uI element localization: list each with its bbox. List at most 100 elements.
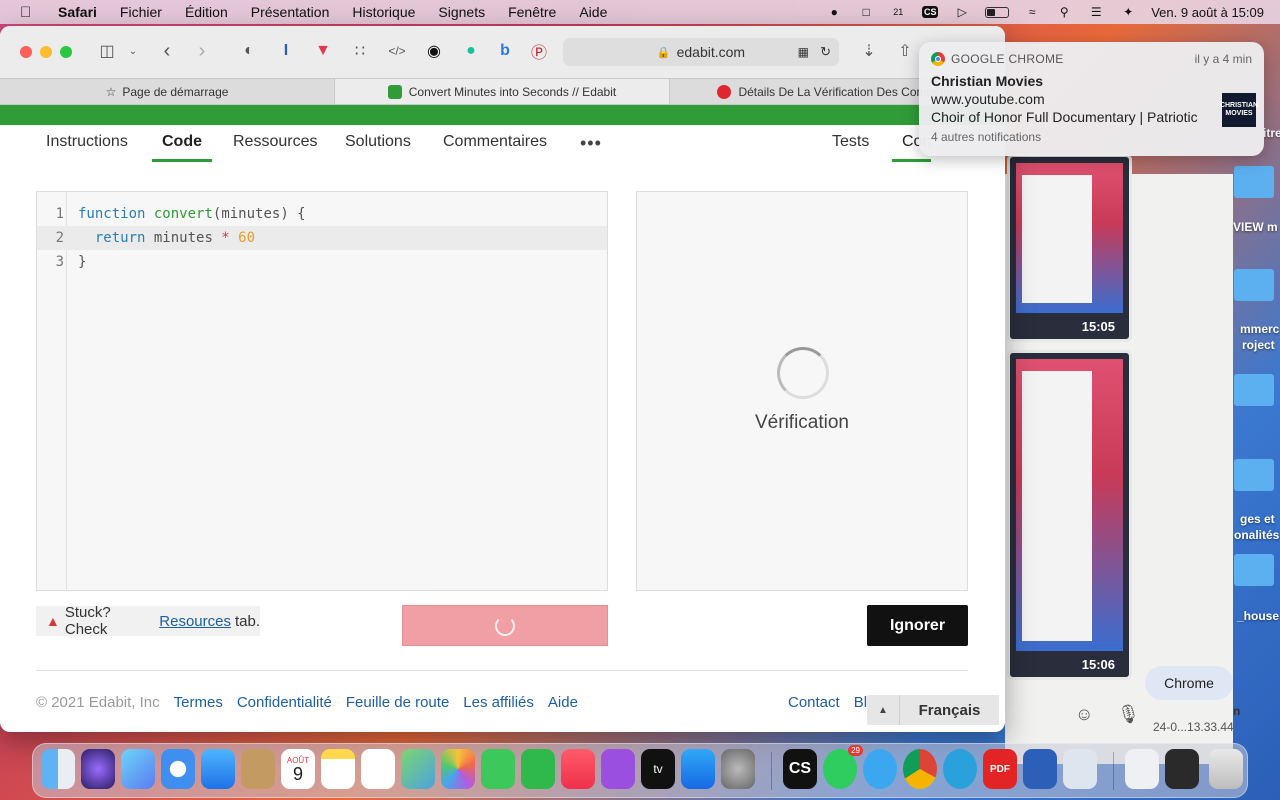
footer-link-privacy[interactable]: Confidentialité xyxy=(237,694,332,711)
menu-historique[interactable]: Historique xyxy=(352,4,415,20)
downloads-icon[interactable]: ⇣ xyxy=(858,40,880,62)
recent-window-icon[interactable] xyxy=(1165,749,1199,789)
menu-signets[interactable]: Signets xyxy=(438,4,485,20)
reload-icon[interactable]: ↻ xyxy=(820,44,831,60)
sidebar-icon[interactable]: ◫ xyxy=(96,40,118,62)
footer-link-blog[interactable]: Bl xyxy=(854,694,867,711)
messages-icon[interactable] xyxy=(481,749,515,789)
footer-link-contact[interactable]: Contact xyxy=(788,694,840,711)
address-bar[interactable]: 🔒 edabit.com ▦ ↻ xyxy=(563,38,839,66)
footer-link-affiliates[interactable]: Les affiliés xyxy=(463,694,534,711)
notification-more[interactable]: 4 autres notifications xyxy=(931,130,1041,144)
extension-grid-icon[interactable]: ∷ xyxy=(349,40,371,62)
calendar-icon[interactable]: AOÛT 9 xyxy=(281,749,315,789)
extension-pinterest-icon[interactable]: Ⓟ xyxy=(528,40,550,62)
siri-app-icon[interactable] xyxy=(81,749,115,789)
calendar-status-icon[interactable]: 21 xyxy=(889,4,907,20)
launchpad-icon[interactable] xyxy=(121,749,155,789)
telegram-icon[interactable] xyxy=(943,749,977,789)
notes-icon[interactable] xyxy=(321,749,355,789)
extension-github-icon[interactable]: ◉ xyxy=(423,40,445,62)
microphone-icon[interactable]: 🎙 xyxy=(1117,704,1140,725)
wifi-icon[interactable]: ≈ xyxy=(1023,4,1041,20)
chevron-down-icon[interactable]: ⌄ xyxy=(122,40,144,62)
folder-icon[interactable] xyxy=(1234,554,1274,586)
resources-link[interactable]: Resources xyxy=(159,613,231,630)
tab-ressources[interactable]: Ressources xyxy=(233,133,317,159)
trash-icon[interactable] xyxy=(1209,749,1243,789)
screenshot-thumbnail[interactable]: 15:06 xyxy=(1007,350,1132,680)
emoji-icon[interactable]: ☺ xyxy=(1075,704,1093,725)
share-icon[interactable]: ⇧ xyxy=(894,40,916,62)
ignore-button[interactable]: Ignorer xyxy=(867,605,968,646)
whatsapp-icon[interactable]: 29 xyxy=(823,745,863,789)
pdf-app-icon[interactable]: PDF xyxy=(983,749,1017,789)
footer-link-roadmap[interactable]: Feuille de route xyxy=(346,694,449,711)
language-selector[interactable]: ▲ Français xyxy=(867,695,999,725)
zoom-window-button[interactable] xyxy=(60,46,72,58)
tab-start-page[interactable]: ☆ Page de démarrage xyxy=(0,79,335,104)
folder-icon[interactable] xyxy=(1234,166,1274,198)
extension-grammarly-icon[interactable]: ● xyxy=(460,40,482,62)
apple-tv-icon[interactable]: tv xyxy=(641,749,675,789)
control-center-icon[interactable]: ☰ xyxy=(1087,4,1105,20)
siri-icon[interactable]: ✦ xyxy=(1119,4,1137,20)
spotlight-search-icon[interactable]: ⚲ xyxy=(1055,4,1073,20)
message-status-icon[interactable]: □ xyxy=(857,4,875,20)
tab-solutions[interactable]: Solutions xyxy=(345,133,411,159)
close-window-button[interactable] xyxy=(20,46,32,58)
extension-bing-icon[interactable]: b xyxy=(494,40,516,62)
mail-icon[interactable] xyxy=(201,749,235,789)
contacts-icon[interactable] xyxy=(241,749,275,789)
minimize-window-button[interactable] xyxy=(40,46,52,58)
chat-app-icon[interactable] xyxy=(863,749,897,789)
photos-icon[interactable] xyxy=(441,749,475,789)
extension-1password-icon[interactable]: I xyxy=(275,40,297,62)
code-editor[interactable]: 1 function convert(minutes) { 2 return m… xyxy=(36,191,608,591)
recent-window-icon[interactable] xyxy=(1125,749,1159,789)
status-app-icon[interactable]: ● xyxy=(825,4,843,20)
finder-icon[interactable] xyxy=(41,749,75,789)
menu-presentation[interactable]: Présentation xyxy=(251,4,330,20)
preview-icon[interactable] xyxy=(1063,749,1097,789)
cs-status-icon[interactable]: CS xyxy=(921,6,939,18)
translate-icon[interactable]: ▦ xyxy=(798,45,809,59)
safari-icon[interactable] xyxy=(161,749,195,789)
tab-commentaires[interactable]: Commentaires xyxy=(443,133,547,159)
check-button[interactable] xyxy=(402,605,608,646)
facetime-icon[interactable] xyxy=(521,749,555,789)
battery-icon[interactable] xyxy=(985,6,1010,18)
tab-code[interactable]: Code xyxy=(152,133,212,162)
reminders-icon[interactable] xyxy=(361,749,395,789)
word-icon[interactable] xyxy=(1023,749,1057,789)
footer-link-help[interactable]: Aide xyxy=(548,694,578,711)
more-options-icon[interactable]: ••• xyxy=(580,133,602,154)
chrome-chip[interactable]: Chrome xyxy=(1145,666,1233,700)
menu-aide[interactable]: Aide xyxy=(579,4,607,20)
back-icon[interactable]: ‹ xyxy=(156,40,178,62)
podcasts-icon[interactable] xyxy=(601,749,635,789)
tab-tests[interactable]: Tests xyxy=(832,133,869,159)
system-preferences-icon[interactable] xyxy=(721,749,755,789)
menu-fenetre[interactable]: Fenêtre xyxy=(508,4,556,20)
menubar-datetime[interactable]: Ven. 9 août à 15:09 xyxy=(1151,5,1264,20)
tab-instructions[interactable]: Instructions xyxy=(46,133,128,159)
app-store-icon[interactable] xyxy=(681,749,715,789)
menu-fichier[interactable]: Fichier xyxy=(120,4,162,20)
chrome-dock-icon[interactable] xyxy=(903,749,937,789)
play-status-icon[interactable]: ▷ xyxy=(953,4,971,20)
folder-icon[interactable] xyxy=(1234,269,1274,301)
tab-edabit[interactable]: Convert Minutes into Seconds // Edabit xyxy=(335,79,670,104)
folder-icon[interactable] xyxy=(1234,374,1274,406)
chrome-notification[interactable]: GOOGLE CHROME il y a 4 min Christian Mov… xyxy=(919,42,1264,156)
maps-icon[interactable] xyxy=(401,749,435,789)
footer-link-terms[interactable]: Termes xyxy=(174,694,223,711)
code-line[interactable]: 1 function convert(minutes) { xyxy=(37,202,607,226)
extension-pocket-icon[interactable]: ▼ xyxy=(312,40,334,62)
extension-code-icon[interactable]: </> xyxy=(386,40,408,62)
code-line[interactable]: 3 } xyxy=(37,250,607,274)
cs-app-icon[interactable]: CS xyxy=(783,749,817,789)
shield-icon[interactable]: ◐ xyxy=(238,40,260,62)
forward-icon[interactable]: › xyxy=(191,40,213,62)
screenshot-thumbnail[interactable]: 15:05 xyxy=(1007,154,1132,342)
